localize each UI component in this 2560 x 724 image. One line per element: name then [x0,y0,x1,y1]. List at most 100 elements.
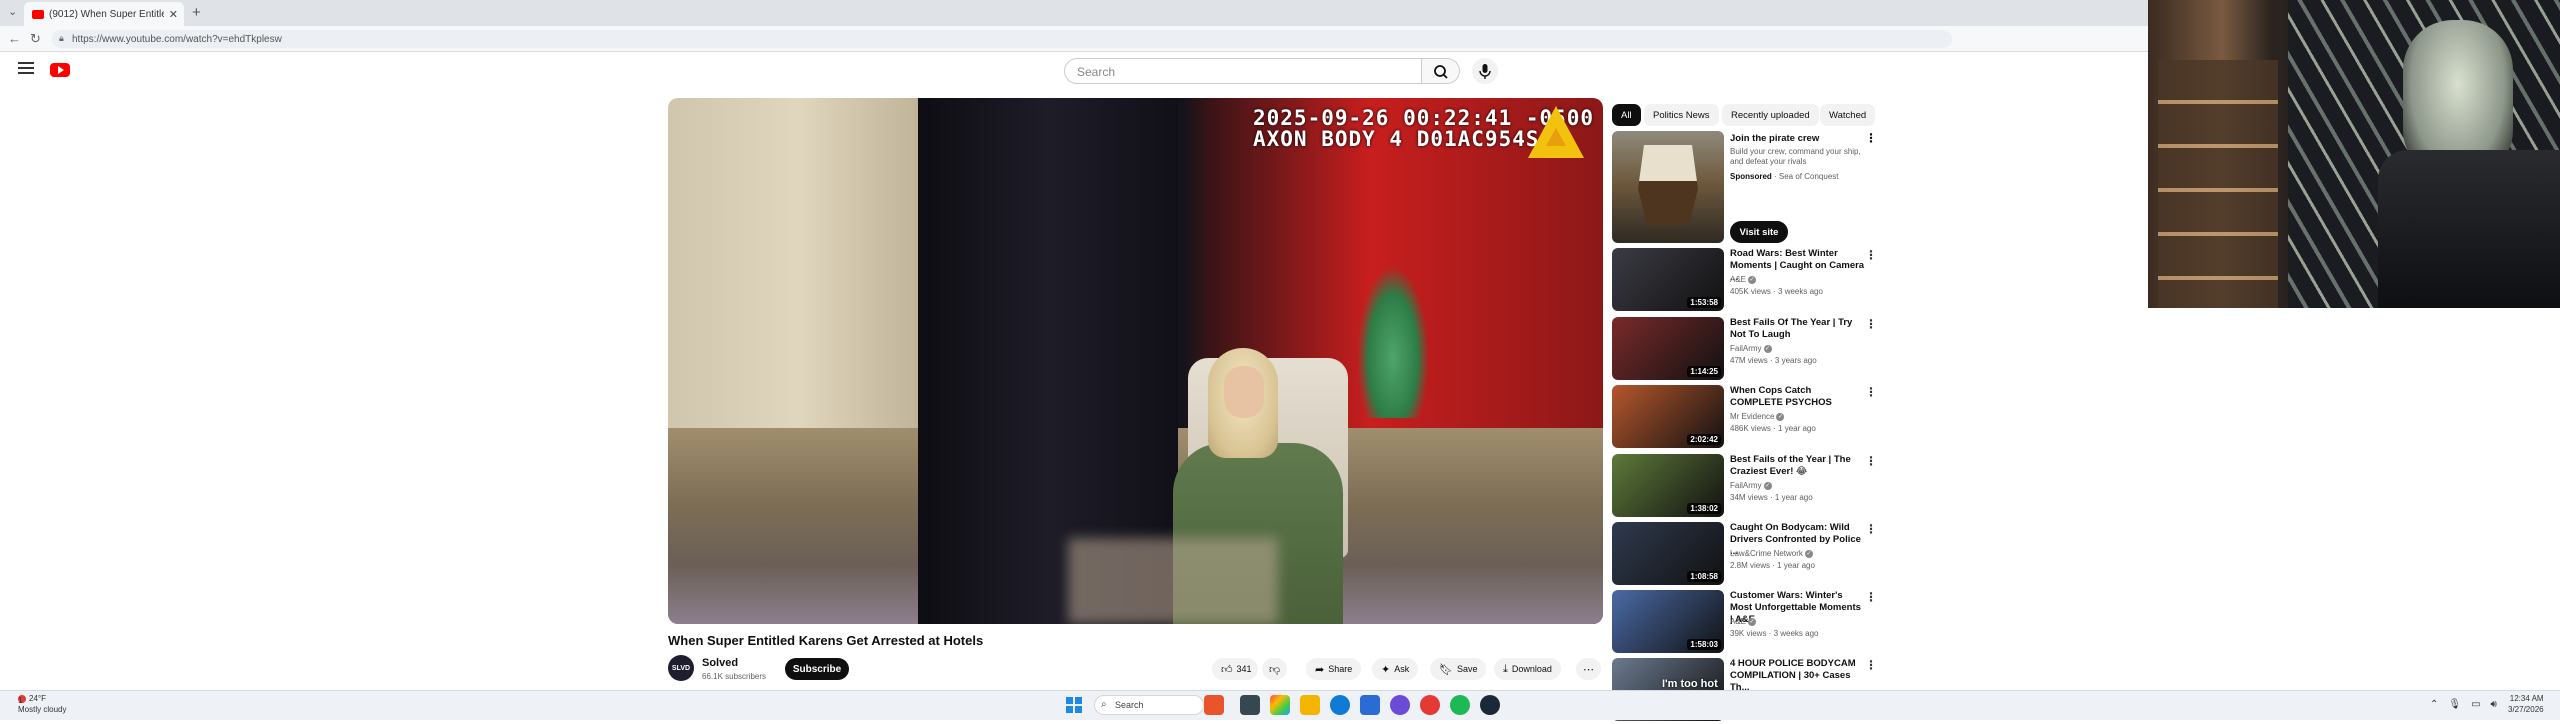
voice-search-button[interactable] [1472,58,1498,84]
address-bar-row: ← ↻ 🔒︎ https://www.youtube.com/watch?v=e… [0,26,2148,52]
channel-avatar[interactable]: SLVD [668,655,694,681]
dislike-button[interactable]: 👎︎ [1262,658,1288,680]
recommended-video[interactable]: 1:53:58 Road Wars: Best Winter Moments | … [1612,248,1877,314]
new-tab-icon[interactable]: + [192,4,201,21]
recommended-video[interactable]: 1:38:02 Best Fails of the Year | The Craz… [1612,454,1877,520]
recommended-video-title[interactable]: Best Fails of the Year | The Craziest Ev… [1730,454,1865,478]
store-icon[interactable] [1360,695,1380,715]
recommended-channel[interactable]: A&E ✓ [1730,275,1757,284]
video-thumbnail[interactable]: 1:14:25 [1612,317,1724,380]
recommended-video-title[interactable]: When Cops Catch COMPLETE PSYCHOS [1730,385,1865,409]
recommended-video-title[interactable]: Best Fails Of The Year | Try Not To Laug… [1730,317,1865,341]
edge-browser-icon[interactable] [1330,695,1350,715]
recommended-video-meta: 405K views · 3 weeks ago [1730,287,1823,296]
more-vertical-icon[interactable]: ⋮ [1865,131,1877,145]
reload-icon[interactable]: ↻ [30,31,41,47]
close-tab-icon[interactable]: ✕ [169,8,184,21]
channel-name[interactable]: Solved [702,657,738,669]
recommended-video-meta: 486K views · 1 year ago [1730,424,1816,433]
task-view-icon[interactable] [1240,695,1260,715]
verified-icon: ✓ [1763,344,1772,353]
weather-widget[interactable]: 1 24°F Mostly cloudy [18,693,66,715]
steam-icon[interactable] [1480,695,1500,715]
recommended-channel-name: FailArmy [1730,344,1762,353]
recommended-video[interactable]: 2:02:42 When Cops Catch COMPLETE PSYCHOS M… [1612,385,1877,451]
more-actions-button[interactable]: ⋯ [1576,658,1601,680]
recommended-video[interactable]: 1:08:58 Caught On Bodycam: Wild Drivers C… [1612,522,1877,588]
weather-temp: 24°F [29,694,46,703]
tab-list-icon[interactable]: ⌄ [8,5,17,18]
file-explorer-icon[interactable] [1300,695,1320,715]
video-duration: 1:08:58 [1687,571,1721,582]
recommended-video[interactable]: 1:58:03 Customer Wars: Winter's Most Unfo… [1612,590,1877,656]
like-button[interactable]: 👍︎ 341 [1212,658,1258,680]
discord-icon[interactable] [1390,695,1410,715]
network-icon[interactable]: ▭ [2471,699,2480,710]
taskbar-clock[interactable]: 12:34 AM 3/27/2026 [2508,693,2544,715]
video-frame-plant [1358,268,1428,418]
weather-description: Mostly cloudy [18,705,67,714]
more-vertical-icon[interactable]: ⋮ [1865,385,1877,399]
share-label: Share [1328,664,1353,674]
recommended-channel[interactable]: FailArmy ✓ [1730,481,1772,490]
sponsored-ad[interactable]: Join the pirate crew Build your crew, co… [1612,131,1877,246]
save-button[interactable]: 🔖︎ Save [1430,658,1487,680]
webcam-background-shelf [2158,60,2278,308]
ask-button[interactable]: ✦ Ask [1372,658,1419,680]
sponsored-label: Sponsored [1730,172,1772,181]
microphone-icon [1479,64,1491,79]
more-vertical-icon[interactable]: ⋮ [1865,658,1877,672]
video-thumbnail[interactable]: 1:08:58 [1612,522,1724,585]
ad-thumbnail[interactable] [1612,131,1724,243]
chip-all[interactable]: All [1612,104,1641,126]
browser-tab-active[interactable]: (9012) When Super Entitled K ✕ [24,2,184,26]
microphone-tray-icon[interactable]: 🎙︎ [2448,699,2461,710]
more-horizontal-icon: ⋯ [1583,663,1594,676]
volume-icon[interactable]: 🔊︎ [2491,699,2497,710]
hamburger-menu-icon[interactable] [18,62,34,74]
url-field[interactable]: 🔒︎ https://www.youtube.com/watch?v=ehdTk… [52,30,1952,48]
video-thumbnail[interactable]: 1:53:58 [1612,248,1724,311]
taskbar-widget-icon[interactable] [1204,695,1224,715]
more-vertical-icon[interactable]: ⋮ [1865,454,1877,468]
verified-icon: ✓ [1748,617,1757,626]
recommended-channel[interactable]: Law&Crime Network ✓ [1730,549,1813,558]
youtube-logo[interactable] [50,63,73,77]
ad-title[interactable]: Join the pirate crew [1730,133,1819,144]
subscribe-button[interactable]: Subscribe [785,658,849,680]
video-player[interactable]: 2025-09-26 00:22:41 -0500 AXON BODY 4 D0… [668,98,1603,624]
recommended-video-meta: 2.8M views · 1 year ago [1730,561,1815,570]
copilot-icon[interactable] [1270,695,1290,715]
more-vertical-icon[interactable]: ⋮ [1865,522,1877,536]
recommended-channel-name: A&E [1730,275,1747,284]
recommended-video[interactable]: 1:14:25 Best Fails Of The Year | Try Not … [1612,317,1877,383]
chip-watched[interactable]: Watched [1820,104,1876,126]
taskbar-search[interactable]: ⌕ Search [1094,695,1204,715]
download-button[interactable]: ⤓ Download [1494,658,1561,680]
video-thumbnail[interactable]: 1:38:02 [1612,454,1724,517]
video-thumbnail[interactable]: 2:02:42 [1612,385,1724,448]
more-vertical-icon[interactable]: ⋮ [1865,248,1877,262]
more-vertical-icon[interactable]: ⋮ [1865,317,1877,331]
chip-politics-news[interactable]: Politics News [1644,104,1719,126]
more-vertical-icon[interactable]: ⋮ [1865,590,1877,604]
recommended-channel[interactable]: FailArmy ✓ [1730,344,1772,353]
windows-start-icon[interactable] [1066,697,1082,713]
chip-recently-uploaded[interactable]: Recently uploaded [1722,104,1819,126]
video-thumbnail[interactable]: 1:58:03 [1612,590,1724,653]
share-button[interactable]: ➦ Share [1306,658,1362,680]
visit-site-button[interactable]: Visit site [1730,221,1788,243]
recommended-channel-name: Mr Evidence [1730,412,1775,421]
back-icon[interactable]: ← [8,31,21,46]
recommended-channel[interactable]: A&E ✓ [1730,617,1757,626]
chevron-up-icon[interactable]: ⌃ [2430,699,2438,710]
video-duration: 1:38:02 [1687,503,1721,514]
spotify-icon[interactable] [1450,695,1470,715]
recommended-video-title[interactable]: 4 HOUR POLICE BODYCAM COMPILATION | 30+ … [1730,658,1865,694]
thumbnail-overlay-text: I'm too hot [1662,678,1718,690]
app-icon-red[interactable] [1420,695,1440,715]
search-button[interactable] [1422,58,1460,84]
subscriber-count: 66.1K subscribers [702,672,767,681]
search-input[interactable]: Search [1064,58,1422,84]
recommended-channel[interactable]: Mr Evidence ✓ [1730,412,1785,421]
